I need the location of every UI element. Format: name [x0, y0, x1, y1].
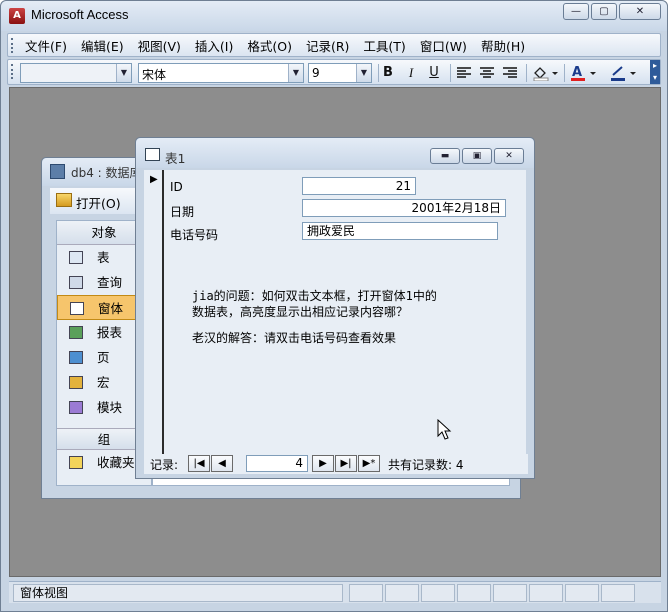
access-logo-icon: A — [9, 8, 25, 24]
page-icon — [69, 351, 83, 364]
app-title: Microsoft Access — [31, 7, 129, 22]
query-icon — [69, 276, 83, 289]
form-restore-button[interactable]: ▣ — [462, 148, 492, 164]
font-combo[interactable]: 宋体 ▼ — [138, 63, 304, 83]
status-cell — [457, 584, 491, 602]
id-field[interactable]: 21 — [302, 177, 416, 195]
align-right-icon[interactable] — [500, 63, 520, 83]
form-window-title: 表1 — [165, 151, 186, 166]
status-cell — [349, 584, 383, 602]
font-size-value: 9 — [312, 66, 320, 80]
menu-format[interactable]: 格式(O) — [240, 36, 299, 55]
menu-grip-icon[interactable] — [11, 38, 14, 53]
access-main-window: A Microsoft Access — ▢ ✕ 文件(F) 编辑(E) 视图(… — [0, 0, 668, 612]
align-center-icon[interactable] — [477, 63, 497, 83]
object-combo[interactable]: ▼ — [20, 63, 132, 83]
status-bar: 窗体视图 — [9, 581, 661, 603]
menu-edit[interactable]: 编辑(E) — [74, 36, 131, 55]
menu-records[interactable]: 记录(R) — [299, 36, 356, 55]
menu-view[interactable]: 视图(V) — [131, 36, 188, 55]
menu-window[interactable]: 窗口(W) — [413, 36, 474, 55]
id-label: ID — [170, 180, 183, 194]
mouse-pointer-icon — [437, 419, 452, 440]
status-cell — [529, 584, 563, 602]
chevron-down-icon[interactable]: ▼ — [288, 64, 303, 82]
toolbar-options-icon[interactable]: ▸ ▾ — [650, 60, 660, 84]
current-record-arrow-icon: ▶ — [150, 174, 158, 185]
toolbar-grip-icon[interactable] — [11, 64, 14, 79]
italic-button[interactable]: I — [401, 63, 421, 83]
current-record-input[interactable]: 4 — [246, 455, 308, 472]
title-bar: A Microsoft Access — ▢ ✕ — [1, 1, 667, 31]
table-icon — [69, 251, 83, 264]
minimize-button[interactable]: — — [563, 3, 589, 20]
form-icon — [145, 148, 160, 161]
phone-label: 电话号码 — [170, 228, 219, 242]
date-label: 日期 — [170, 205, 195, 219]
form-icon — [70, 302, 84, 315]
question-note: jia的问题：如何双击文本框，打开窗体1中的 数据表，高亮度显示出相应记录内容哪… — [192, 289, 437, 319]
module-icon — [69, 401, 83, 414]
font-value: 宋体 — [142, 68, 167, 82]
report-icon — [69, 326, 83, 339]
status-cell — [385, 584, 419, 602]
answer-note: 老汉的解答：请双击电话号码查看效果 — [192, 331, 397, 345]
form-minimize-button[interactable]: ▬ — [430, 148, 460, 164]
fill-color-icon[interactable] — [530, 63, 560, 83]
status-cell — [565, 584, 599, 602]
formatting-toolbar: ▼ 宋体 ▼ 9 ▼ B I U A ▸ ▾ — [7, 59, 661, 85]
status-cell — [601, 584, 635, 602]
svg-text:A: A — [572, 65, 582, 80]
last-record-button[interactable]: ▶| — [335, 455, 357, 472]
bold-button[interactable]: B — [378, 63, 398, 83]
form-window-title-bar[interactable]: 表1 ▬ ▣ ✕ — [136, 138, 534, 168]
font-size-combo[interactable]: 9 ▼ — [308, 63, 372, 83]
align-left-icon[interactable] — [454, 63, 474, 83]
open-button[interactable]: 打开(O) — [76, 193, 121, 212]
underline-button[interactable]: U — [424, 63, 444, 83]
font-color-icon[interactable]: A — [568, 63, 598, 83]
menu-file[interactable]: 文件(F) — [18, 36, 74, 55]
menu-tools[interactable]: 工具(T) — [356, 36, 412, 55]
favorites-folder-icon — [69, 456, 83, 469]
chevron-down-icon[interactable]: ▼ — [356, 64, 371, 82]
first-record-button[interactable]: |◀ — [188, 455, 210, 472]
menu-bar: 文件(F) 编辑(E) 视图(V) 插入(I) 格式(O) 记录(R) 工具(T… — [7, 33, 661, 57]
phone-field[interactable]: 拥政爱民 — [302, 222, 498, 240]
records-label: 记录: — [150, 458, 179, 472]
chevron-down-icon[interactable]: ▼ — [116, 64, 131, 82]
status-text: 窗体视图 — [13, 584, 343, 602]
database-icon — [50, 164, 65, 179]
menu-insert[interactable]: 插入(I) — [188, 36, 240, 55]
status-cell — [493, 584, 527, 602]
next-record-button[interactable]: ▶ — [312, 455, 334, 472]
date-field[interactable]: 2001年2月18日 — [302, 199, 506, 217]
maximize-button[interactable]: ▢ — [591, 3, 617, 20]
record-count: 共有记录数: 4 — [388, 458, 464, 472]
new-record-button[interactable]: ▶* — [358, 455, 380, 472]
record-selector[interactable]: ▶ — [144, 170, 164, 454]
previous-record-button[interactable]: ◀ — [211, 455, 233, 472]
open-folder-icon[interactable] — [56, 193, 72, 207]
close-button[interactable]: ✕ — [619, 3, 661, 20]
menu-help[interactable]: 帮助(H) — [474, 36, 532, 55]
line-color-icon[interactable] — [608, 63, 638, 83]
form-window: 表1 ▬ ▣ ✕ ▶ ID 21 日期 2001年2月18日 电话号码 拥政爱民… — [135, 137, 535, 479]
database-window-title: db4 : 数据库 — [71, 166, 142, 180]
form-detail-section: ID 21 日期 2001年2月18日 电话号码 拥政爱民 jia的问题：如何双… — [164, 170, 526, 454]
form-close-button[interactable]: ✕ — [494, 148, 524, 164]
record-navigation-bar: 记录: |◀ ◀ 4 ▶ ▶| ▶* 共有记录数: 4 — [144, 454, 528, 474]
status-cell — [421, 584, 455, 602]
macro-icon — [69, 376, 83, 389]
